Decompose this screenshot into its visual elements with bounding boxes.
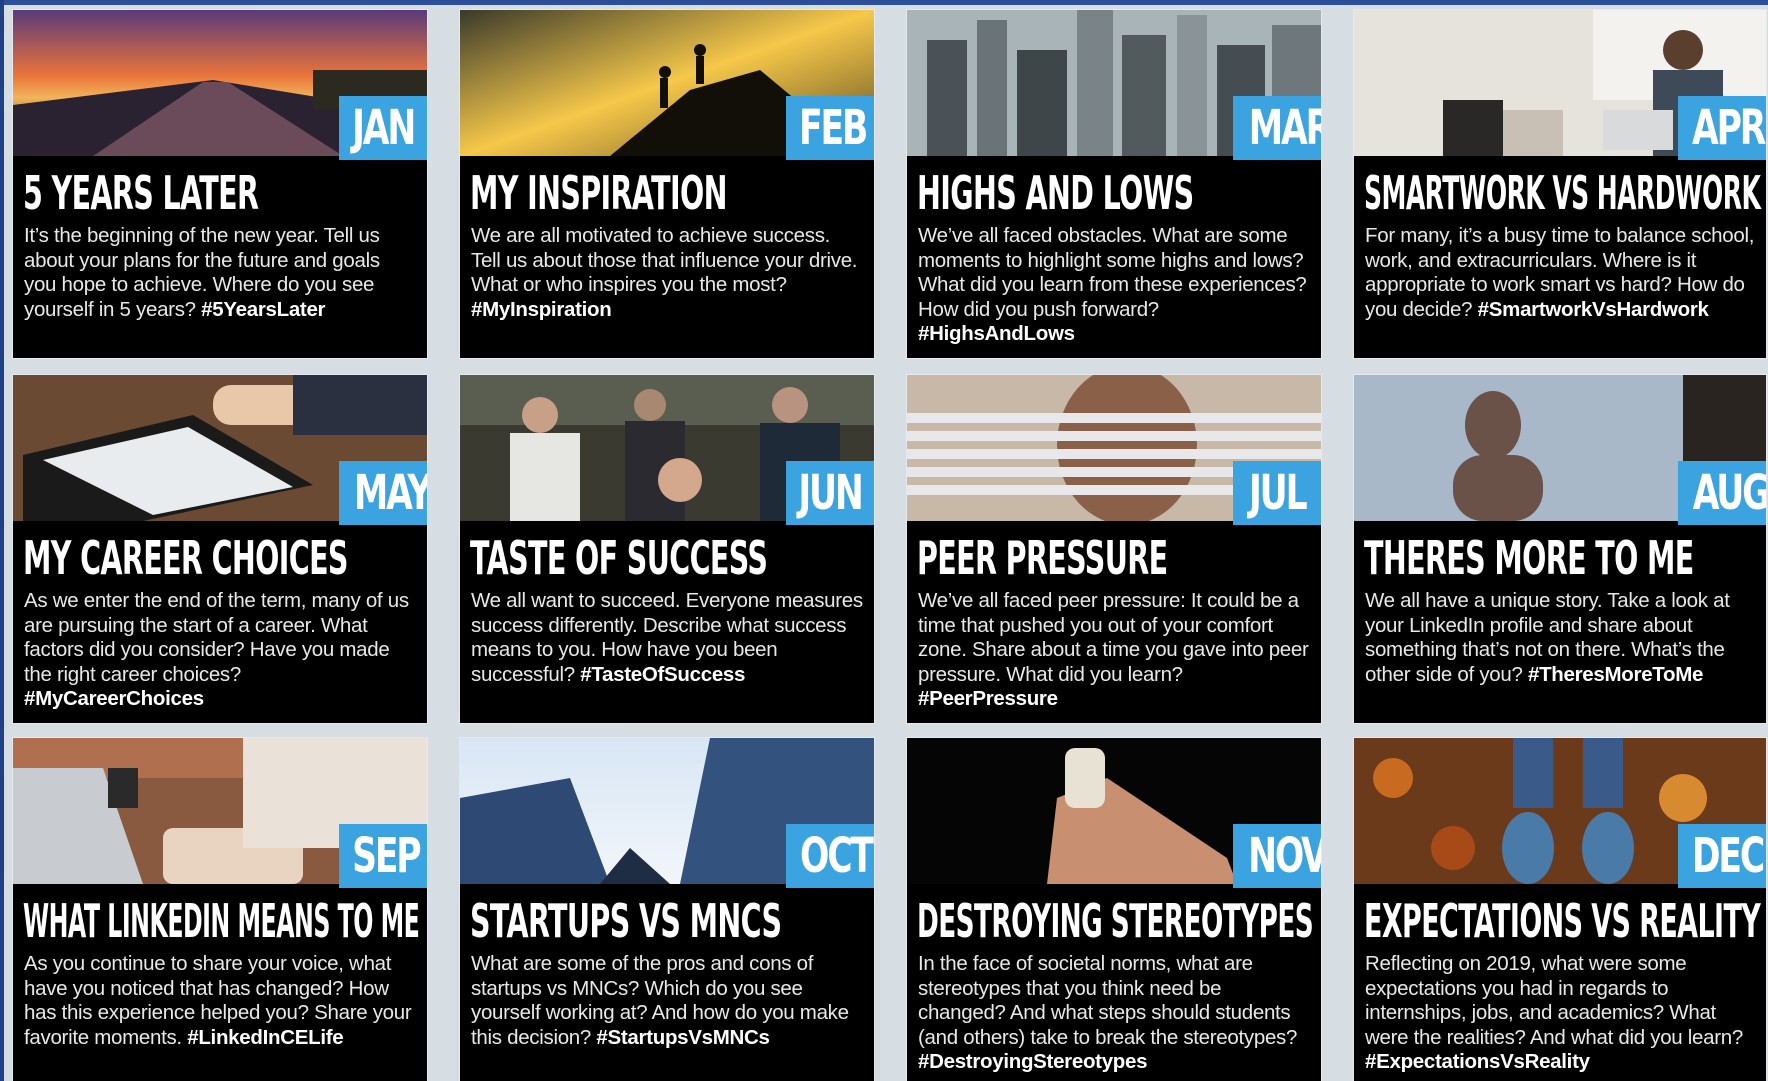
card-description: What are some of the pros and cons of st… <box>471 952 864 1050</box>
card-hashtag: #TasteOfSuccess <box>580 662 746 686</box>
card-title: SMARTWORK VS HARDWORK <box>1364 162 1761 224</box>
card-hashtag: #HighsAndLows <box>918 322 1075 346</box>
card-description: We’ve all faced peer pressure: It could … <box>918 589 1311 712</box>
card-hashtag: #MyCareerChoices <box>24 687 204 711</box>
month-badge: APR <box>1678 96 1766 160</box>
month-card-jan: JAN 5 YEARS LATER It’s the beginning of th… <box>13 10 427 358</box>
card-title-text: DESTROYING STEREOTYPES <box>917 894 1314 948</box>
month-badge: OCT <box>786 824 874 888</box>
card-title-text: EXPECTATIONS VS REALITY <box>1364 894 1761 948</box>
card-description: Reflecting on 2019, what were some expec… <box>1365 952 1756 1075</box>
month-badge: AUG <box>1678 461 1766 525</box>
month-label: SEP <box>352 828 422 884</box>
month-card-dec: DEC EXPECTATIONS VS REALITY Reflecting on … <box>1354 738 1766 1081</box>
card-title: WHAT LINKEDIN MEANS TO ME <box>23 890 421 952</box>
card-title-text: PEER PRESSURE <box>917 531 1168 585</box>
card-description: It’s the beginning of the new year. Tell… <box>24 224 417 322</box>
month-label: APR <box>1692 100 1766 156</box>
card-title: EXPECTATIONS VS REALITY <box>1364 890 1761 952</box>
card-hashtag: #5YearsLater <box>201 297 326 321</box>
card-description-text: We’ve all faced obstacles. What are some… <box>918 224 1307 321</box>
left-border <box>0 0 4 1081</box>
calendar-grid: JAN 5 YEARS LATER It’s the beginning of th… <box>0 0 1768 1081</box>
card-hashtag: #TheresMoreToMe <box>1527 662 1704 686</box>
month-card-apr: APR SMARTWORK VS HARDWORK For many, it’s a… <box>1354 10 1766 358</box>
month-badge: MAY <box>339 461 427 525</box>
month-card-may: MAY MY CAREER CHOICES As we enter the end … <box>13 375 427 723</box>
month-card-nov: NOV DESTROYING STEREOTYPES In the face of … <box>907 738 1321 1081</box>
month-badge: FEB <box>786 96 874 160</box>
month-card-aug: AUG THERES MORE TO ME We all have a unique… <box>1354 375 1766 723</box>
card-description: In the face of societal norms, what are … <box>918 952 1311 1075</box>
month-badge: JAN <box>339 96 427 160</box>
card-hashtag: #PeerPressure <box>918 687 1058 711</box>
month-badge: JUL <box>1233 461 1321 525</box>
month-card-oct: OCT STARTUPS VS MNCS What are some of the … <box>460 738 874 1081</box>
card-description-text: We are all motivated to achieve success.… <box>471 224 858 297</box>
card-title-text: TASTE OF SUCCESS <box>470 531 768 585</box>
card-description: As you continue to share your voice, wha… <box>24 952 417 1050</box>
month-label: FEB <box>799 100 868 156</box>
month-badge: DEC <box>1678 824 1766 888</box>
card-title-text: 5 YEARS LATER <box>23 166 259 220</box>
card-title: HIGHS AND LOWS <box>917 162 1315 224</box>
card-hashtag: #MyInspiration <box>471 297 612 321</box>
card-title: MY CAREER CHOICES <box>23 527 421 589</box>
card-title: DESTROYING STEREOTYPES <box>917 890 1315 952</box>
month-badge: SEP <box>339 824 427 888</box>
card-title-text: HIGHS AND LOWS <box>917 166 1194 220</box>
card-description: We all have a unique story. Take a look … <box>1365 589 1756 687</box>
card-description: As we enter the end of the term, many of… <box>24 589 417 712</box>
month-label: JAN <box>351 100 416 156</box>
card-hashtag: #DestroyingStereotypes <box>918 1050 1148 1074</box>
card-title-text: SMARTWORK VS HARDWORK <box>1364 166 1761 220</box>
card-description-text: As we enter the end of the term, many of… <box>24 589 409 686</box>
card-title: 5 YEARS LATER <box>23 162 421 224</box>
month-label: MAY <box>353 465 427 521</box>
card-description: We are all motivated to achieve success.… <box>471 224 864 322</box>
card-title: STARTUPS VS MNCS <box>470 890 868 952</box>
month-card-jul: JUL PEER PRESSURE We’ve all faced peer pre… <box>907 375 1321 723</box>
card-description-text: We’ve all faced peer pressure: It could … <box>918 589 1309 686</box>
top-border <box>0 0 1768 5</box>
month-label: OCT <box>799 828 874 884</box>
card-title: PEER PRESSURE <box>917 527 1315 589</box>
month-card-jun: JUN TASTE OF SUCCESS We all want to succee… <box>460 375 874 723</box>
month-label: MAR <box>1248 100 1321 156</box>
month-label: DEC <box>1691 828 1765 884</box>
card-description-text: Reflecting on 2019, what were some expec… <box>1365 952 1743 1049</box>
month-card-mar: MAR HIGHS AND LOWSWe’ve all faced obstacl… <box>907 10 1321 358</box>
month-badge: NOV <box>1233 824 1321 888</box>
month-label: AUG <box>1692 465 1766 521</box>
card-title-text: STARTUPS VS MNCS <box>470 894 782 948</box>
card-description: We all want to succeed. Everyone measure… <box>471 589 864 687</box>
card-title-text: THERES MORE TO ME <box>1364 531 1694 585</box>
month-label: JUL <box>1248 465 1308 521</box>
card-description: For many, it’s a busy time to balance sc… <box>1365 224 1756 322</box>
card-title: MY INSPIRATION <box>470 162 868 224</box>
month-badge: JUN <box>786 461 874 525</box>
month-card-sep: SEP WHAT LINKEDIN MEANS TO ME As you conti… <box>13 738 427 1081</box>
month-card-feb: FEB MY INSPIRATION We are all motivated to… <box>460 10 874 358</box>
card-title-text: WHAT LINKEDIN MEANS TO ME <box>23 894 420 948</box>
card-hashtag: #ExpectationsVsReality <box>1365 1050 1590 1074</box>
card-title: TASTE OF SUCCESS <box>470 527 868 589</box>
card-hashtag: #LinkedInCELife <box>187 1025 344 1049</box>
month-badge: MAR <box>1233 96 1321 160</box>
card-title-text: MY CAREER CHOICES <box>23 531 348 585</box>
card-description: We’ve all faced obstacles. What are some… <box>918 224 1311 347</box>
card-description-text: In the face of societal norms, what are … <box>918 952 1298 1049</box>
month-label: JUN <box>798 465 864 521</box>
card-hashtag: #StartupsVsMNCs <box>596 1025 770 1049</box>
card-hashtag: #SmartworkVsHardwork <box>1477 297 1709 321</box>
card-title-text: MY INSPIRATION <box>470 166 727 220</box>
card-title: THERES MORE TO ME <box>1364 527 1760 589</box>
month-label: NOV <box>1248 828 1321 884</box>
